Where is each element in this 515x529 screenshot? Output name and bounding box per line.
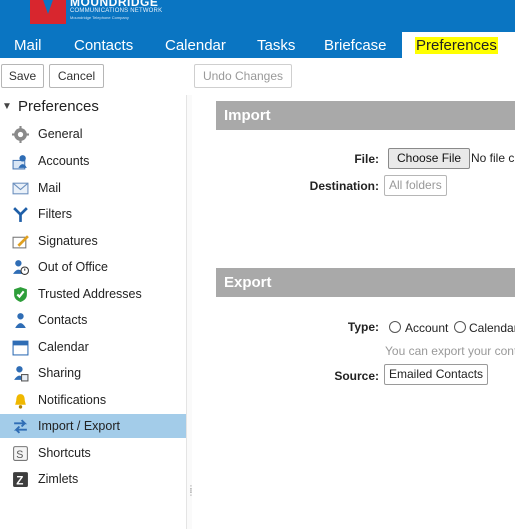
- brand-subtitle: COMMUNICATIONS NETWORK: [70, 8, 163, 14]
- destination-label: Destination:: [309, 179, 379, 193]
- sidebar-item-shortcuts[interactable]: S Shortcuts: [0, 441, 186, 465]
- type-label: Type:: [347, 320, 379, 334]
- shortcuts-icon: S: [13, 446, 28, 461]
- brand-tagline: Moundridge Telephone Company: [70, 15, 129, 20]
- sidebar-item-sharing[interactable]: Sharing: [0, 361, 186, 385]
- tab-briefcase[interactable]: Briefcase: [324, 32, 387, 58]
- contact-person-icon: [15, 313, 26, 328]
- sidebar-item-notifications[interactable]: Notifications: [0, 388, 186, 412]
- sidebar-item-import-export[interactable]: Import / Export: [0, 414, 186, 438]
- sidebar-item-accounts[interactable]: Accounts: [0, 149, 186, 173]
- toolbar: Save Cancel Undo Changes: [0, 58, 515, 92]
- preferences-sidebar: ▼ Preferences General Accounts Mail Filt…: [0, 92, 186, 529]
- sidebar-item-label: Shortcuts: [38, 446, 91, 460]
- tab-calendar[interactable]: Calendar: [165, 32, 226, 58]
- import-section-header: Import: [216, 101, 515, 130]
- preferences-tree-header[interactable]: ▼ Preferences: [0, 96, 186, 118]
- mail-envelope-icon: [12, 182, 29, 195]
- preferences-tree-label: Preferences: [18, 98, 99, 115]
- sidebar-item-label: Filters: [38, 207, 73, 221]
- sidebar-item-label: Trusted Addresses: [38, 287, 142, 301]
- sidebar-item-label: Notifications: [38, 393, 107, 407]
- signature-pencil-icon: [12, 235, 29, 249]
- sidebar-item-filters[interactable]: Filters: [0, 202, 186, 226]
- import-export-panel: Import File: Choose File No file c Desti…: [192, 92, 515, 529]
- type-account-label[interactable]: Account: [405, 321, 448, 335]
- import-export-icon: [13, 419, 28, 434]
- sidebar-item-general[interactable]: General: [0, 122, 186, 146]
- zimlets-icon: Z: [13, 472, 28, 487]
- tab-tasks[interactable]: Tasks: [257, 32, 295, 58]
- out-of-office-icon: [13, 260, 29, 275]
- type-calendar-label[interactable]: Calendar: [469, 321, 515, 335]
- sidebar-item-label: Sharing: [38, 366, 82, 380]
- sidebar-item-label: Calendar: [38, 340, 89, 354]
- sidebar-item-label: Mail: [38, 181, 61, 195]
- sidebar-item-calendar[interactable]: Calendar: [0, 335, 186, 359]
- export-section-header: Export: [216, 268, 515, 297]
- sidebar-item-label: Accounts: [38, 154, 90, 168]
- source-label: Source:: [334, 369, 379, 383]
- cancel-button[interactable]: Cancel: [49, 64, 104, 88]
- sidebar-item-label: Import / Export: [38, 419, 120, 433]
- file-label: File:: [354, 152, 379, 166]
- tab-preferences[interactable]: Preferences: [402, 32, 515, 58]
- sidebar-item-signatures[interactable]: Signatures: [0, 229, 186, 253]
- filters-icon: [13, 207, 28, 222]
- sidebar-item-mail[interactable]: Mail: [0, 176, 186, 200]
- tab-contacts[interactable]: Contacts: [74, 32, 133, 58]
- sidebar-item-out-of-office[interactable]: Out of Office: [0, 255, 186, 279]
- sidebar-item-label: Out of Office: [38, 260, 108, 274]
- app-tab-bar: Mail Contacts Calendar Tasks Briefcase P…: [0, 32, 515, 58]
- export-hint-text: You can export your cont: [385, 344, 515, 358]
- tab-mail[interactable]: Mail: [14, 32, 42, 58]
- app-header: MOUNDRIDGE COMMUNICATIONS NETWORK Moundr…: [0, 0, 515, 32]
- tab-preferences-label: Preferences: [415, 37, 498, 54]
- save-button[interactable]: Save: [1, 64, 44, 88]
- type-calendar-radio[interactable]: [454, 321, 466, 333]
- source-select-button[interactable]: Emailed Contacts: [384, 364, 489, 385]
- calendar-icon: [12, 340, 29, 356]
- no-file-text: No file c: [471, 151, 515, 165]
- accounts-icon: [12, 155, 27, 170]
- shield-check-icon: [14, 287, 27, 302]
- svg-text:S: S: [16, 449, 23, 461]
- brand-logo-icon: [30, 0, 66, 24]
- type-account-radio[interactable]: [389, 321, 401, 333]
- sidebar-item-label: Signatures: [38, 234, 98, 248]
- sidebar-item-zimlets[interactable]: Z Zimlets: [0, 467, 186, 491]
- sharing-icon: [14, 366, 29, 382]
- svg-text:Z: Z: [16, 474, 23, 487]
- undo-changes-button[interactable]: Undo Changes: [194, 64, 292, 88]
- collapse-triangle-icon[interactable]: ▼: [2, 101, 12, 112]
- sidebar-item-trusted-addresses[interactable]: Trusted Addresses: [0, 282, 186, 306]
- sidebar-item-label: General: [38, 127, 83, 141]
- sidebar-item-label: Contacts: [38, 313, 88, 327]
- sidebar-item-label: Zimlets: [38, 472, 79, 486]
- sidebar-item-contacts[interactable]: Contacts: [0, 308, 186, 332]
- destination-folder-button[interactable]: All folders: [384, 175, 447, 196]
- choose-file-button[interactable]: Choose File: [388, 148, 471, 169]
- gear-icon: [12, 126, 29, 143]
- bell-icon: [15, 394, 26, 409]
